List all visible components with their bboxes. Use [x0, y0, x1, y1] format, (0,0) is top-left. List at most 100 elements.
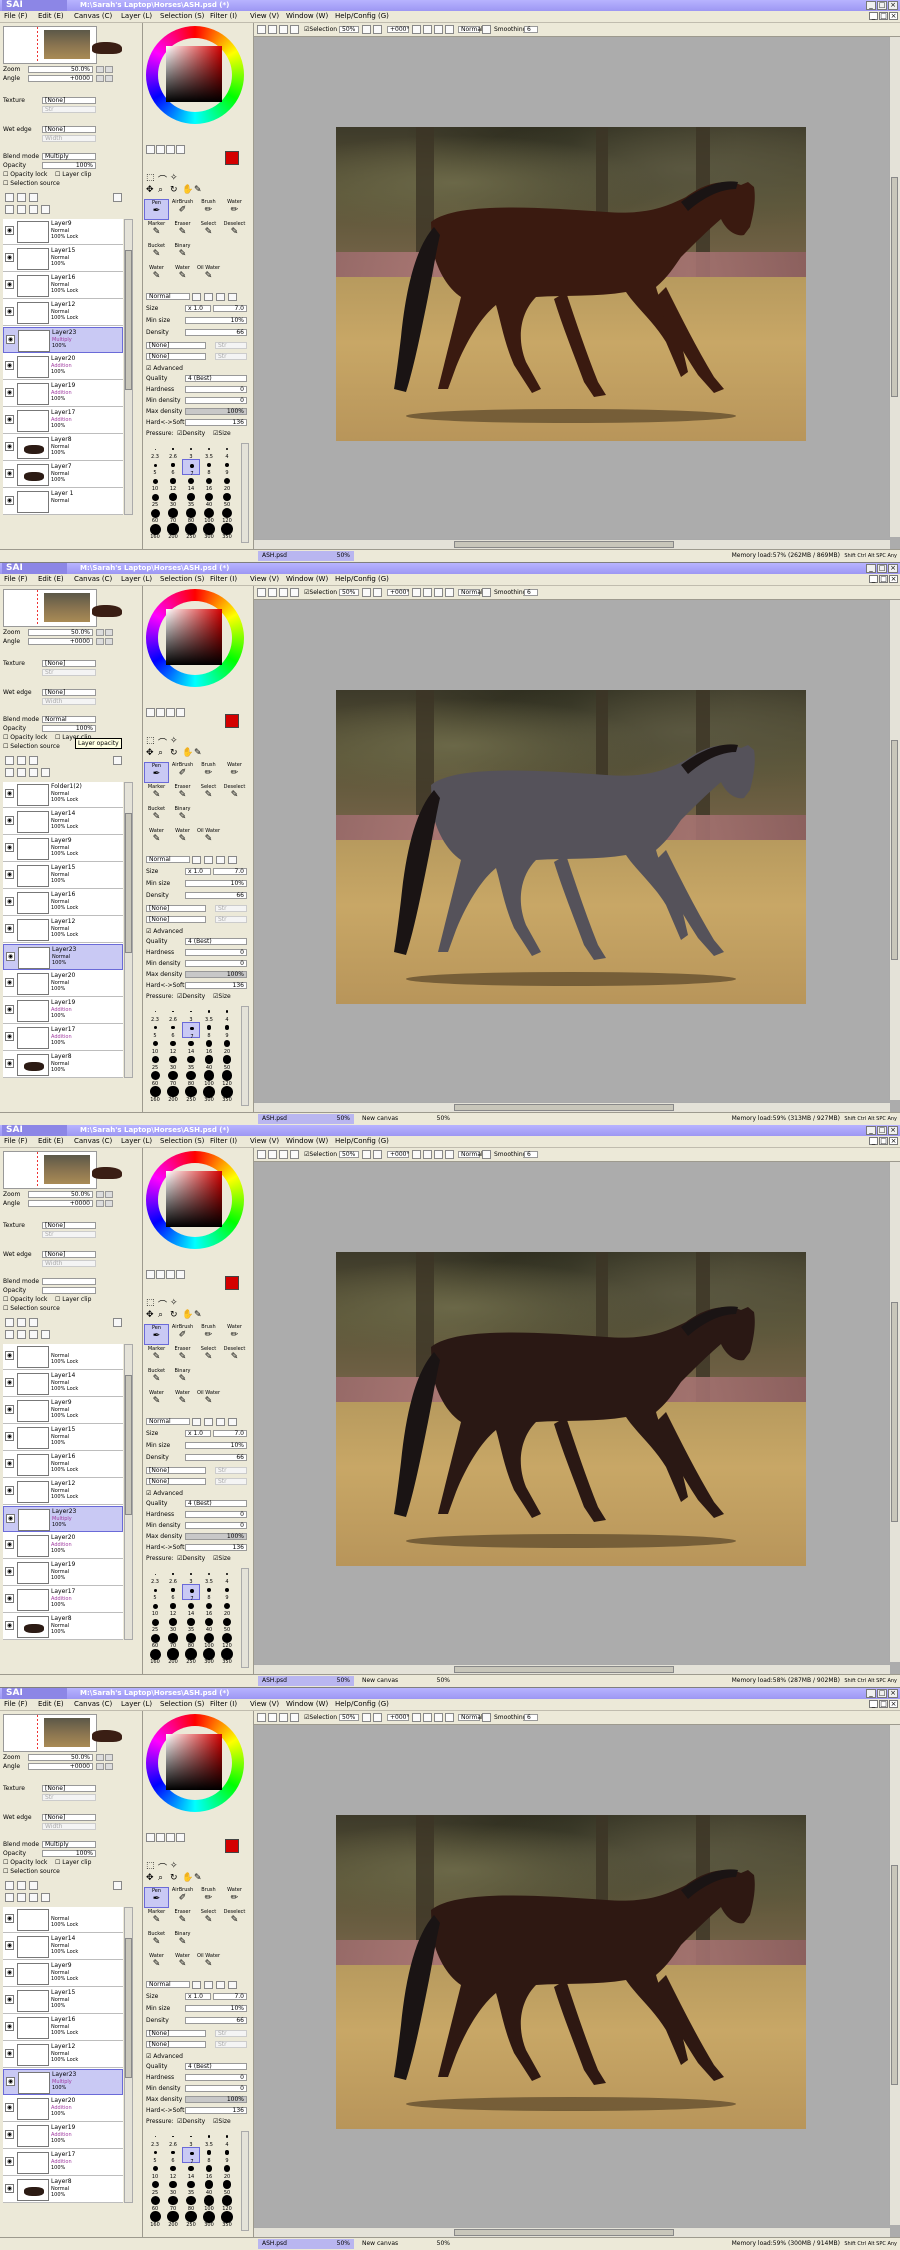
brush-shape-strength[interactable]: Str [215, 915, 247, 923]
zoom-select[interactable]: 50% [339, 1151, 359, 1158]
canvas-vertical-scroll-thumb[interactable] [891, 1302, 898, 1522]
layer-row[interactable]: ◉ Layer20 Normal 100% [3, 970, 123, 997]
menu-file[interactable]: File (F) [4, 574, 27, 585]
visibility-eye-icon[interactable]: ◉ [5, 896, 14, 906]
brush-size-preset[interactable]: 35 [182, 1616, 200, 1633]
layer-row[interactable]: ◉ Layer15 Normal 100% [3, 246, 123, 272]
brush-size-preset[interactable]: 30 [164, 2179, 182, 2196]
brush-texture-select[interactable]: [None] [146, 342, 206, 349]
brush-size-preset[interactable]: 250 [182, 2210, 200, 2228]
angle-slider[interactable]: +0000 [28, 637, 93, 645]
shape-flat-icon[interactable] [228, 293, 237, 301]
tool-water[interactable]: Water ✏ [222, 1324, 247, 1345]
canvas-vertical-scrollbar[interactable] [889, 1162, 900, 1662]
visibility-eye-icon[interactable]: ◉ [5, 2183, 14, 2193]
brush-size-preset[interactable]: 5 [146, 1584, 164, 1601]
select-icon[interactable]: ⬚ [146, 1861, 155, 1871]
brush-size-preset[interactable]: 250 [182, 1648, 200, 1665]
rotate-icon[interactable]: ↻ [170, 748, 178, 758]
selection-checkbox[interactable]: ☑Selection [304, 1713, 337, 1722]
visibility-eye-icon[interactable]: ◉ [5, 1594, 14, 1603]
brush-size-preset[interactable]: 3.5 [200, 1568, 218, 1585]
tool-oil-water[interactable]: Oil Water ✎ [196, 1953, 221, 1974]
new-layer-icon[interactable] [5, 755, 14, 765]
zoom-out-canvas-icon[interactable] [362, 25, 371, 34]
file-tab[interactable]: ASH.psd 50% [258, 551, 354, 561]
size-multiplier-select[interactable]: x 1.0 [185, 1992, 211, 2000]
canvas-vertical-scroll-thumb[interactable] [891, 177, 898, 397]
brush-size-preset[interactable]: 3.5 [200, 2131, 218, 2148]
layer-list-scrollbar[interactable] [124, 781, 133, 1078]
wet-edge-width[interactable]: Width [42, 1822, 96, 1830]
menu-help-config[interactable]: Help/Config (G) [335, 1136, 389, 1147]
brush-size-preset[interactable]: 14 [182, 475, 200, 492]
hsv-slider-mode-icon[interactable] [166, 145, 175, 154]
layer-row[interactable]: ◉ Layer19 Addition 100% [3, 2122, 123, 2149]
brush-size-preset[interactable]: 20 [218, 1038, 236, 1055]
menu-layer[interactable]: Layer (L) [121, 1699, 152, 1710]
tool-bucket[interactable]: Bucket ✎ [144, 243, 169, 264]
layer-row[interactable]: ◉ Normal 100% Lock [3, 1344, 123, 1370]
brush-size-preset[interactable]: 50 [218, 1616, 236, 1633]
menu-help-config[interactable]: Help/Config (G) [335, 574, 389, 585]
file-tab[interactable]: New canvas 50% [358, 1113, 454, 1124]
navigator[interactable] [3, 588, 122, 627]
blend-mode-select[interactable]: Normal [42, 715, 96, 723]
visibility-eye-icon[interactable]: ◉ [5, 2129, 14, 2139]
navigator-thumbnail[interactable] [44, 592, 122, 622]
visibility-eye-icon[interactable]: ◉ [5, 2156, 14, 2166]
brush-size-preset[interactable]: 60 [146, 2195, 164, 2212]
layer-row[interactable]: ◉ Layer9 Normal 100% Lock [3, 835, 123, 862]
opacity-slider[interactable]: 100% [42, 724, 96, 732]
menu-edit[interactable]: Edit (E) [38, 1136, 64, 1147]
mdi-minimize-button[interactable]: _ [869, 1137, 878, 1145]
brush-size-preset[interactable]: 40 [200, 1616, 218, 1633]
shape-flat-icon[interactable] [228, 1418, 237, 1426]
mdi-close-button[interactable]: × [889, 1699, 898, 1708]
menu-layer[interactable]: Layer (L) [121, 1136, 152, 1147]
menu-file[interactable]: File (F) [4, 1136, 27, 1147]
zoom-out-canvas-icon[interactable] [362, 587, 371, 597]
menu-view[interactable]: View (V) [250, 1136, 279, 1147]
visibility-eye-icon[interactable]: ◉ [5, 1351, 14, 1360]
layer-row[interactable]: ◉ Layer8 Normal 100% [3, 1614, 123, 1640]
brush-size-preset[interactable]: 7 [182, 1584, 200, 1602]
brush-size-preset[interactable]: 3 [182, 2131, 200, 2148]
brush-size-scrollbar[interactable] [241, 443, 249, 543]
size-slider[interactable]: 7.0 [213, 867, 247, 875]
minimize-button[interactable]: _ [866, 563, 876, 573]
mdi-restore-button[interactable]: □ [879, 12, 888, 20]
file-tab[interactable]: New canvas 50% [358, 2238, 454, 2249]
canvas-horizontal-scroll-thumb[interactable] [454, 2228, 674, 2236]
new-folder-icon[interactable] [29, 193, 38, 202]
tool-oil-water[interactable]: Oil Water ✎ [196, 1390, 221, 1411]
stabilizer-icon[interactable] [482, 587, 491, 597]
tool-brush[interactable]: Brush ✏ [196, 199, 221, 220]
rotate-icon[interactable]: ↻ [170, 1310, 178, 1320]
brush-size-preset[interactable]: 300 [200, 1085, 218, 1103]
brush-size-preset[interactable]: 100 [200, 1632, 218, 1649]
brush-size-preset[interactable]: 50 [218, 2179, 236, 2196]
brush-size-preset[interactable]: 14 [182, 1600, 200, 1617]
zoom-icon[interactable]: ⌕ [158, 185, 163, 195]
brush-size-preset[interactable]: 10 [146, 2163, 164, 2180]
rotate-ccw-icon[interactable] [412, 25, 421, 34]
artwork[interactable] [336, 127, 806, 441]
visibility-eye-icon[interactable]: ◉ [5, 1540, 14, 1549]
zoom-out-button[interactable] [96, 1753, 104, 1761]
menu-window[interactable]: Window (W) [286, 11, 328, 22]
zoom-in-button[interactable] [105, 66, 113, 73]
layer-row[interactable]: ◉ Normal 100% Lock [3, 1906, 123, 1933]
wet-edge-select[interactable]: [None] [42, 1813, 96, 1821]
visibility-eye-icon[interactable]: ◉ [5, 1004, 14, 1014]
opacity-lock-checkbox[interactable]: ☐ Opacity lock [3, 171, 47, 179]
layer-row[interactable]: ◉ Layer9 Normal 100% Lock [3, 1960, 123, 1987]
saturation-value-square[interactable] [166, 1171, 222, 1227]
file-tab[interactable]: ASH.psd 50% [258, 2238, 354, 2249]
tool-marker[interactable]: Marker ✎ [144, 221, 169, 242]
brush-size-preset[interactable]: 9 [218, 2147, 236, 2164]
layer-row[interactable]: ◉ Layer23 Multiply 100% [3, 1506, 123, 1532]
zoom-slider[interactable]: 50.0% [28, 1753, 93, 1761]
menu-canvas[interactable]: Canvas (C) [74, 1136, 112, 1147]
layer-settings-icon[interactable] [113, 1318, 122, 1327]
